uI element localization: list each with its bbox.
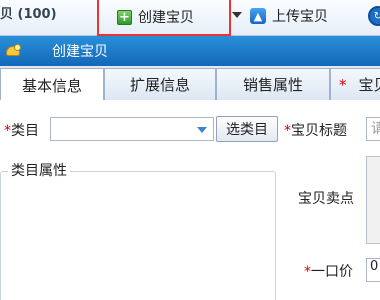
selling-points-textarea[interactable] [366,156,380,244]
upload-arrow-icon: ▲ [250,8,266,24]
basic-info-form: *类目 选类目 *宝贝标题 请 类目属性 宝贝卖点 *一口价 0 [0,100,380,300]
category-select[interactable] [50,117,214,141]
create-item-button[interactable]: + 创建宝贝 [97,0,231,36]
window-title: 创建宝贝 [52,44,108,60]
app-icon [6,44,22,58]
pick-category-button[interactable]: 选类目 [216,116,278,142]
tab-label: 基本信息 [21,76,82,95]
category-attributes-panel [0,171,276,300]
tab-sales-attributes[interactable]: 销售属性 [216,68,330,100]
price-input[interactable]: 0 [366,258,380,282]
price-label: *一口价 [304,264,353,280]
selling-points-label: 宝贝卖点 [298,191,354,207]
sync-icon[interactable]: ↻ [368,6,380,26]
tab-bar: 基本信息 扩展信息 销售属性 * 宝贝 [0,66,380,101]
item-title-input[interactable]: 请 [366,117,380,141]
tab-label: 销售属性 [242,76,303,94]
main-toolbar: 贝 (100) + 创建宝贝 ▲ 上传宝贝 ↻ [0,0,380,36]
create-item-label: 创建宝贝 [138,10,194,26]
item-count-label: 贝 (100) [0,7,57,22]
chevron-down-icon [197,127,207,133]
required-mark: * [339,75,347,94]
tab-label: 扩展信息 [129,76,190,94]
tab-item[interactable]: * 宝贝 [330,68,380,100]
window-title-bar: 创建宝贝 [0,36,380,66]
category-attributes-label: 类目属性 [8,160,70,180]
category-label: *类目 [4,123,39,139]
tab-extended-info[interactable]: 扩展信息 [104,68,216,100]
upload-item-button[interactable]: ▲ 上传宝贝 [250,6,328,26]
tab-basic-info[interactable]: 基本信息 [0,68,104,101]
item-title-label: *宝贝标题 [284,123,347,139]
chevron-down-icon[interactable] [232,12,242,18]
plus-icon: + [117,9,132,25]
upload-item-label: 上传宝贝 [272,9,328,25]
tab-label: 宝贝 [358,76,380,94]
